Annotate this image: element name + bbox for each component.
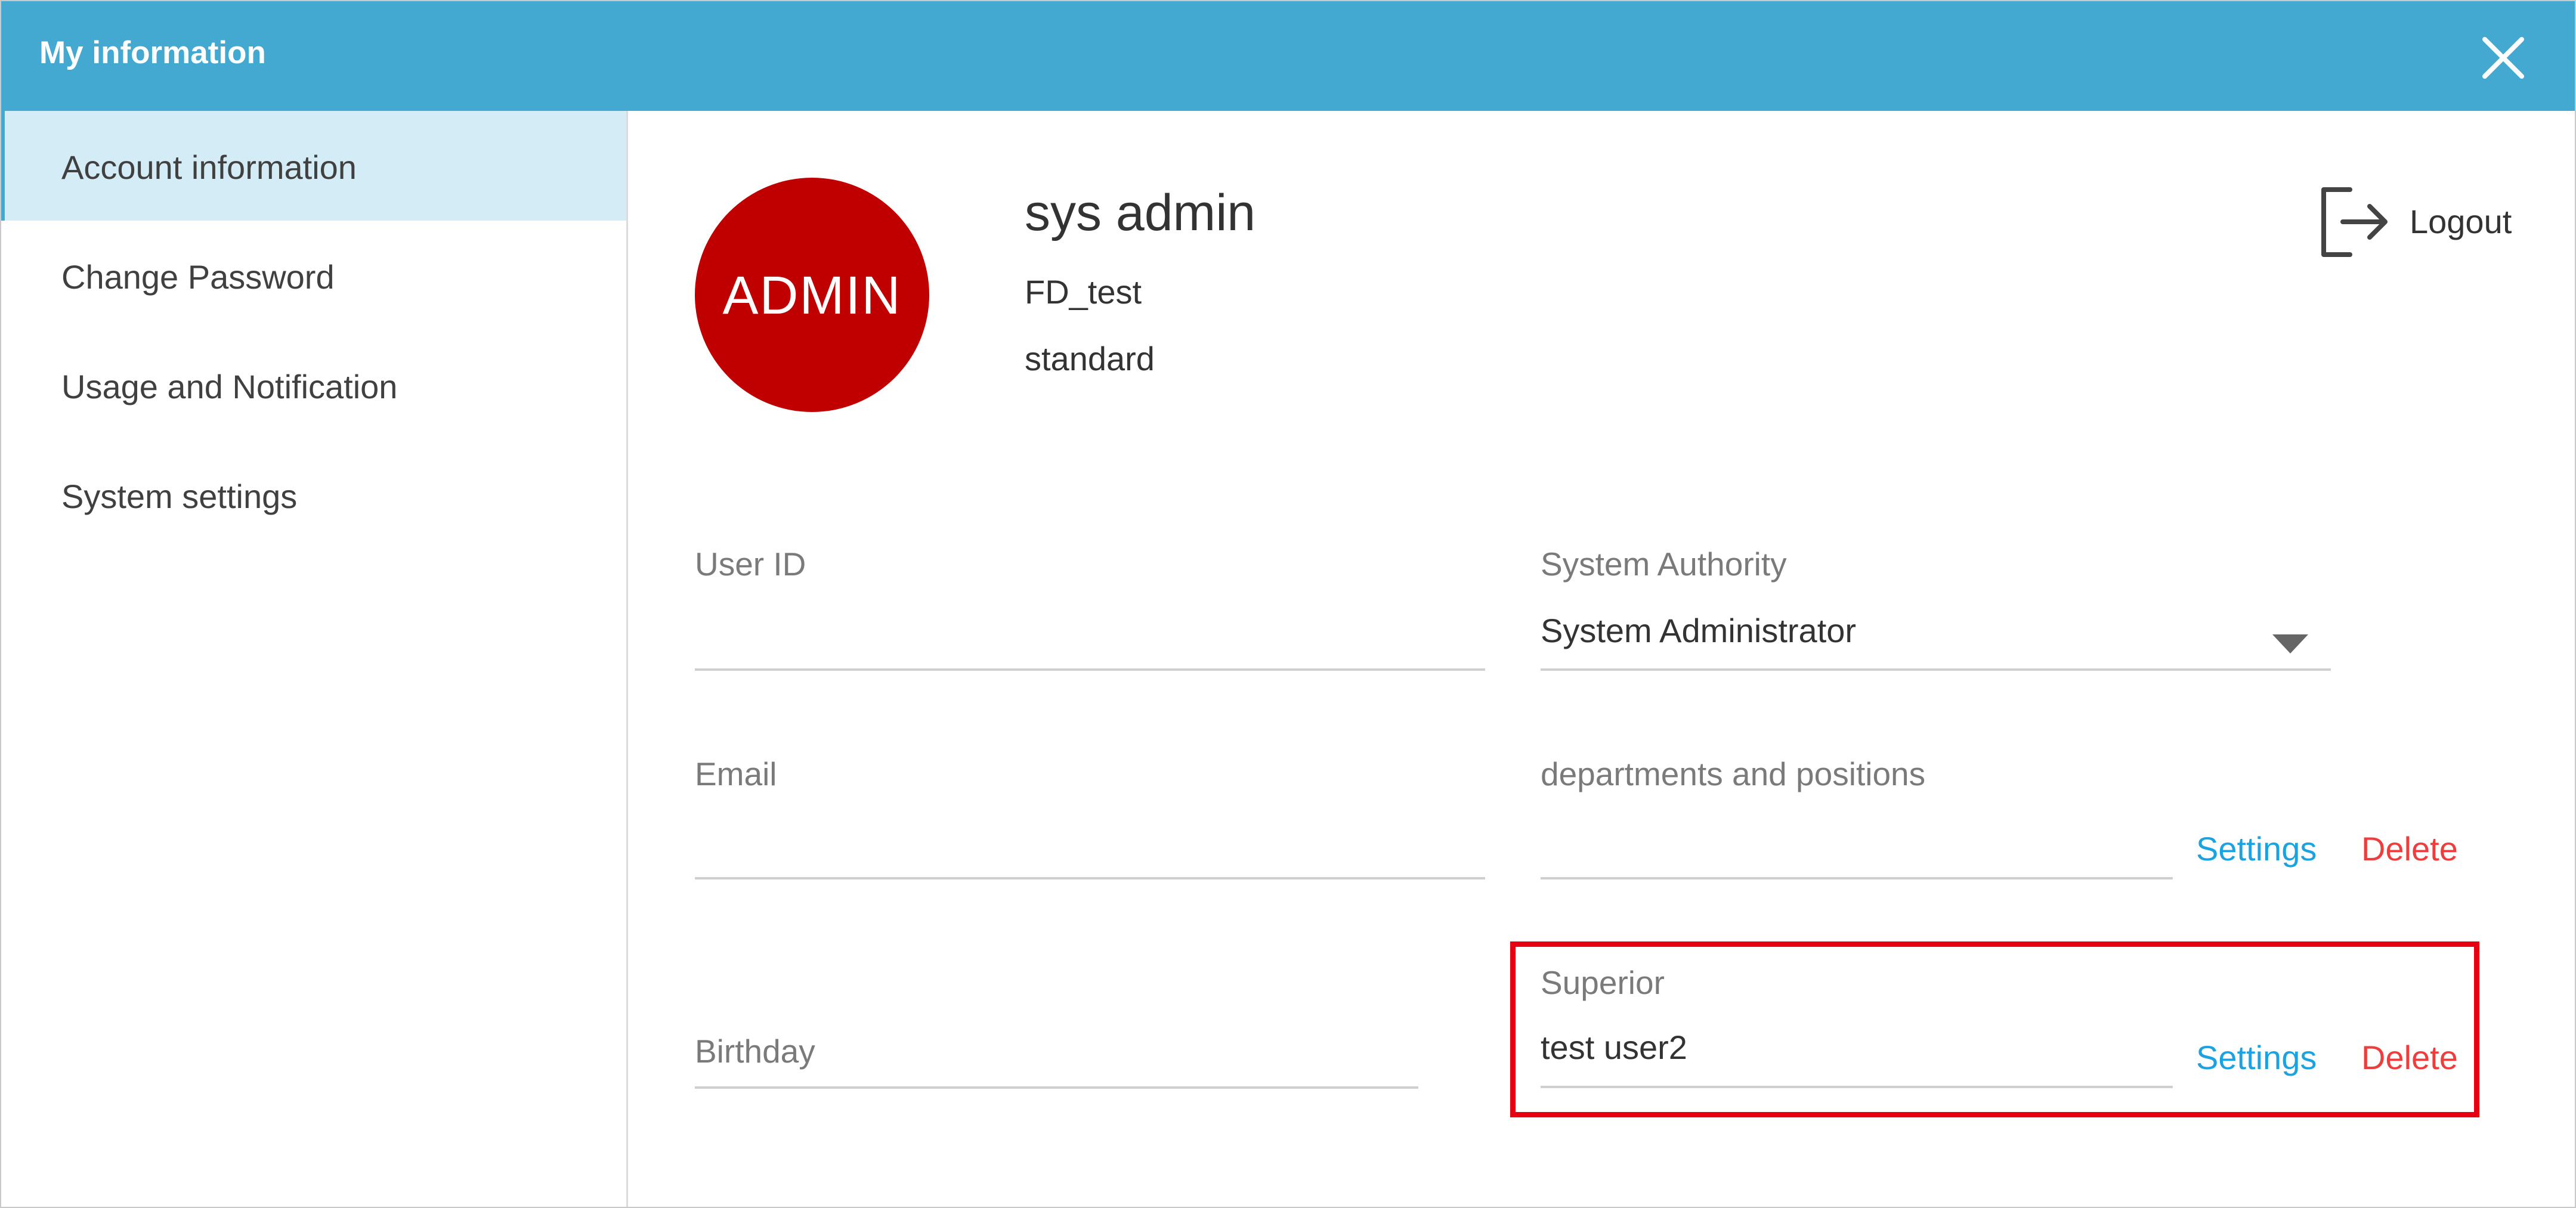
- birthday-underline: [695, 1086, 1418, 1089]
- sidebar-item-label: Account information: [61, 148, 357, 186]
- sidebar-item-system-settings[interactable]: System settings: [1, 440, 626, 550]
- sidebar-item-change-password[interactable]: Change Password: [1, 221, 626, 330]
- departments-delete-button[interactable]: Delete: [2361, 829, 2458, 869]
- superior-highlight-box: [1510, 941, 2479, 1117]
- email-underline: [695, 877, 1485, 879]
- user-id-input[interactable]: [695, 591, 1485, 669]
- avatar-text: ADMIN: [722, 266, 902, 326]
- user-name: sys admin: [1025, 184, 1256, 241]
- system-authority-underline: [1541, 668, 2331, 671]
- logout-button[interactable]: Logout: [2319, 185, 2522, 259]
- sidebar-item-account-information[interactable]: Account information: [1, 111, 626, 221]
- system-authority-select[interactable]: System Administrator: [1541, 591, 2331, 669]
- my-information-dialog: My information Account information Chang…: [0, 0, 2576, 1208]
- sidebar-item-label: Change Password: [61, 258, 335, 296]
- departments-input[interactable]: [1541, 801, 2173, 879]
- dialog-header: My information: [1, 1, 2575, 111]
- departments-settings-button[interactable]: Settings: [2196, 829, 2317, 869]
- departments-underline: [1541, 877, 2173, 879]
- system-authority-label: System Authority: [1541, 546, 1787, 583]
- logout-icon: [2321, 187, 2388, 257]
- logout-label: Logout: [2410, 203, 2512, 240]
- user-organization: FD_test: [1025, 273, 1142, 311]
- sidebar: Account information Change Password Usag…: [1, 111, 628, 1207]
- close-icon: [2482, 37, 2524, 79]
- user-id-underline: [695, 668, 1485, 671]
- user-plan: standard: [1025, 340, 1155, 377]
- close-button[interactable]: [2476, 31, 2530, 85]
- dialog-title: My information: [39, 35, 266, 70]
- avatar: ADMIN: [695, 178, 929, 412]
- birthday-input[interactable]: [695, 1015, 1418, 1088]
- sidebar-item-usage-and-notification[interactable]: Usage and Notification: [1, 330, 626, 440]
- chevron-down-icon[interactable]: [2272, 634, 2308, 653]
- sidebar-item-label: Usage and Notification: [61, 368, 398, 405]
- user-id-label: User ID: [695, 546, 806, 583]
- system-authority-value: System Administrator: [1541, 612, 1857, 649]
- email-input[interactable]: [695, 801, 1485, 879]
- departments-label: departments and positions: [1541, 755, 1926, 792]
- email-label: Email: [695, 755, 777, 792]
- sidebar-item-label: System settings: [61, 478, 298, 515]
